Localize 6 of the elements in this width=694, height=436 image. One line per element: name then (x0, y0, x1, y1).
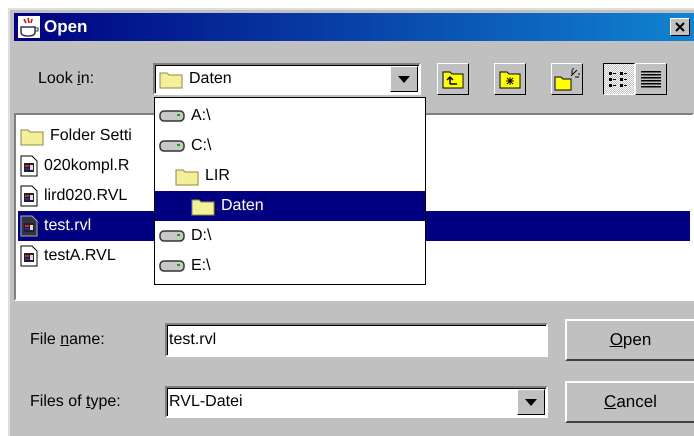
look-in-label: Look in: (37, 70, 96, 88)
look-in-value: Daten (189, 70, 232, 88)
file-type-label: Files of type: (29, 393, 122, 411)
file-name-label: File name: (29, 331, 106, 349)
window-title: Open (44, 17, 88, 37)
file-type-value: RVL-Datei (169, 393, 244, 411)
